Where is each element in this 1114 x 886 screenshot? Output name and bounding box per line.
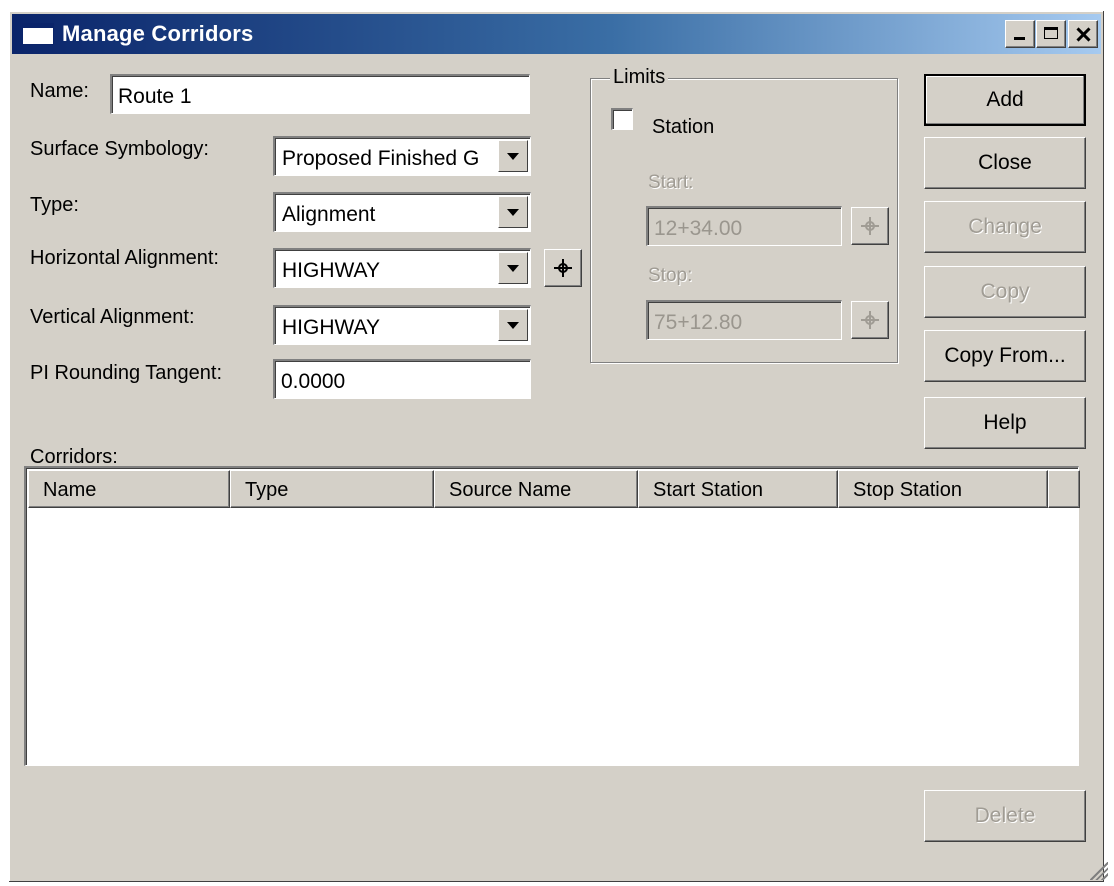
start-station-input[interactable]: 12+34.00 — [646, 206, 842, 246]
horizontal-alignment-select[interactable]: HIGHWAY — [273, 248, 531, 288]
chevron-down-icon[interactable] — [498, 252, 528, 284]
corridors-list[interactable]: Name Type Source Name Start Station Stop… — [24, 466, 1080, 766]
name-label: Name: — [30, 80, 89, 102]
chevron-down-icon[interactable] — [498, 309, 528, 341]
column-header-name[interactable]: Name — [28, 470, 230, 508]
minimize-icon[interactable] — [1005, 20, 1035, 48]
vertical-alignment-label: Vertical Alignment: — [30, 306, 195, 328]
resize-grip-icon[interactable] — [1090, 862, 1108, 880]
crosshair-icon — [861, 311, 879, 329]
column-header-start-station[interactable]: Start Station — [638, 470, 838, 508]
type-value: Alignment — [282, 203, 376, 226]
close-button[interactable]: Close — [924, 137, 1086, 189]
limits-title: Limits — [610, 66, 669, 89]
surface-symbology-label: Surface Symbology: — [30, 138, 209, 160]
delete-button[interactable]: Delete — [924, 790, 1086, 842]
stop-station-input[interactable]: 75+12.80 — [646, 300, 842, 340]
name-input[interactable]: Route 1 — [110, 74, 530, 114]
chevron-down-icon[interactable] — [498, 196, 528, 228]
type-select[interactable]: Alignment — [273, 192, 531, 232]
close-icon[interactable] — [1068, 20, 1098, 48]
pi-rounding-tangent-label: PI Rounding Tangent: — [30, 362, 223, 384]
pick-stop-station-button[interactable] — [851, 301, 889, 339]
vertical-alignment-value: HIGHWAY — [282, 316, 380, 339]
pick-start-station-button[interactable] — [851, 207, 889, 245]
column-header-type[interactable]: Type — [230, 470, 434, 508]
column-header-source-name[interactable]: Source Name — [434, 470, 638, 508]
add-button[interactable]: Add — [924, 74, 1086, 126]
crosshair-icon — [861, 217, 879, 235]
help-button[interactable]: Help — [924, 397, 1086, 449]
corridors-list-header: Name Type Source Name Start Station Stop… — [28, 470, 1080, 508]
pick-horizontal-alignment-button[interactable] — [544, 249, 582, 287]
copy-button[interactable]: Copy — [924, 266, 1086, 318]
window-icon — [22, 23, 54, 45]
copy-from-button[interactable]: Copy From... — [924, 330, 1086, 382]
station-checkbox[interactable] — [611, 108, 633, 130]
column-header-stop-station[interactable]: Stop Station — [838, 470, 1048, 508]
column-header-filler — [1048, 470, 1080, 508]
pi-rounding-tangent-input[interactable]: 0.0000 — [273, 359, 531, 399]
maximize-icon[interactable] — [1036, 20, 1066, 48]
station-label: Station — [652, 116, 715, 138]
vertical-alignment-select[interactable]: HIGHWAY — [273, 305, 531, 345]
title-bar[interactable]: Manage Corridors — [12, 14, 1101, 54]
window-title: Manage Corridors — [62, 21, 254, 46]
chevron-down-icon[interactable] — [498, 140, 528, 172]
horizontal-alignment-value: HIGHWAY — [282, 259, 380, 282]
stop-label: Stop: — [648, 265, 693, 286]
horizontal-alignment-label: Horizontal Alignment: — [30, 247, 219, 269]
change-button[interactable]: Change — [924, 201, 1086, 253]
surface-symbology-value: Proposed Finished G — [282, 147, 480, 170]
surface-symbology-select[interactable]: Proposed Finished G — [273, 136, 531, 176]
type-label: Type: — [30, 194, 79, 216]
start-label: Start: — [648, 172, 694, 193]
crosshair-icon — [554, 259, 572, 277]
